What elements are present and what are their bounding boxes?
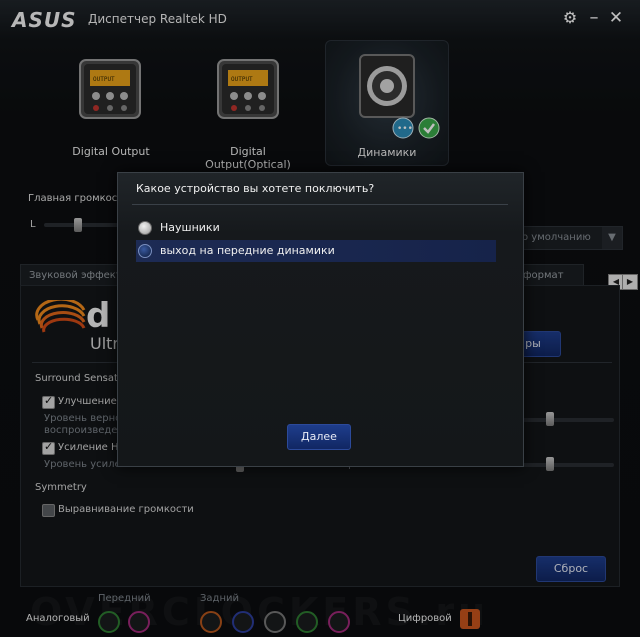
radio-front-speakers[interactable] [138, 244, 152, 258]
option-headphones[interactable]: Наушники [136, 217, 496, 239]
option-label: Наушники [160, 221, 220, 234]
dialog-title: Какое устройство вы хотете поключить? [136, 182, 375, 195]
option-front-speakers[interactable]: выход на передние динамики [136, 240, 496, 262]
next-button[interactable]: Далее [287, 424, 351, 450]
radio-headphones[interactable] [138, 221, 152, 235]
realtek-window: ASUS Диспетчер Realtek HD ⚙ – ✕ OUTPUT D… [0, 0, 640, 637]
device-connect-dialog: Какое устройство вы хотете поключить? На… [117, 172, 524, 467]
option-label: выход на передние динамики [160, 244, 335, 257]
dialog-divider [132, 204, 508, 205]
